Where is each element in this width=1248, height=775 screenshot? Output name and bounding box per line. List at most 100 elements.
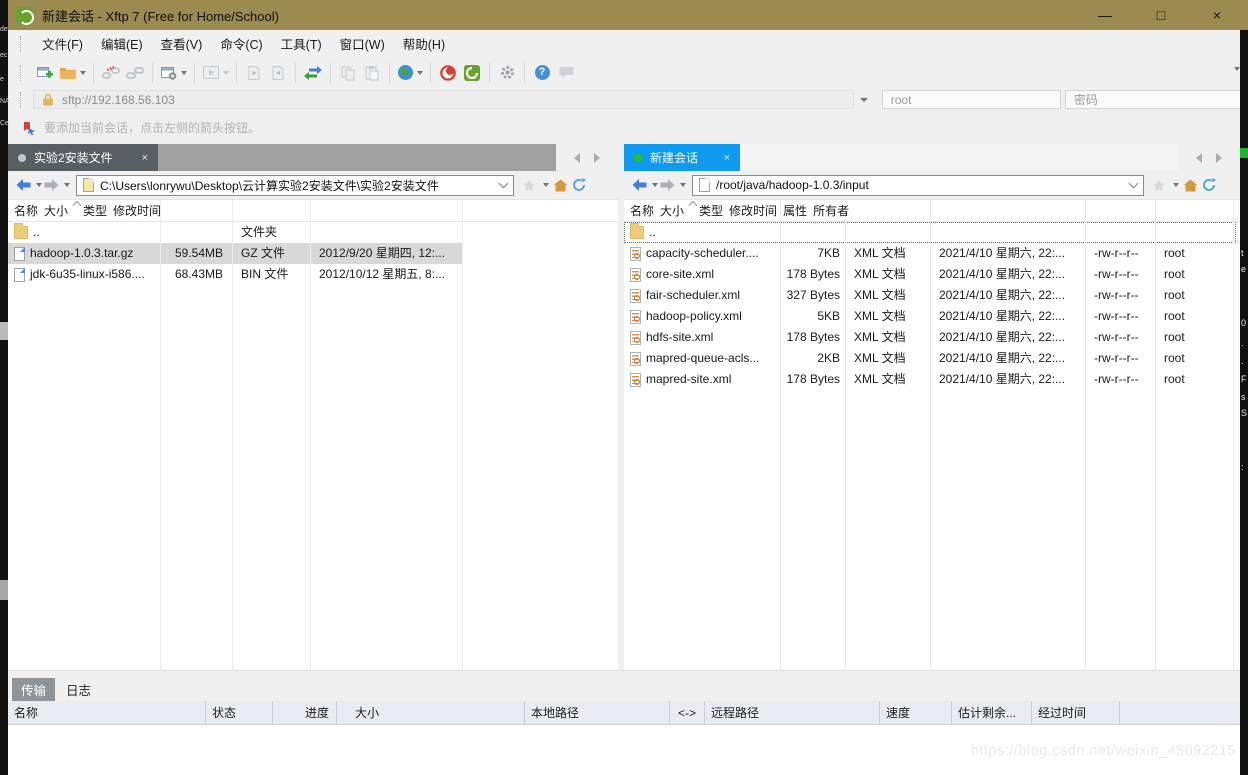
session-properties-icon[interactable] [158, 61, 189, 85]
local-back-dropdown[interactable] [36, 183, 42, 187]
column-header[interactable]: 大小 [337, 701, 525, 725]
column-header[interactable]: <-> [670, 701, 705, 725]
help-icon[interactable]: ? [530, 61, 554, 85]
local-path-chevron[interactable] [499, 178, 509, 188]
local-back-button[interactable] [16, 179, 31, 191]
column-header[interactable]: 修改时间 [723, 200, 777, 222]
disconnect-icon [99, 61, 123, 85]
file-row[interactable]: hdfs-site.xml 178 Bytes XML 文档 2021/4/10… [624, 327, 1233, 348]
column-header[interactable]: 进度 [273, 701, 337, 725]
file-size: 7KB [780, 243, 845, 264]
column-header[interactable]: 类型 [77, 200, 107, 222]
tab-scroll-left-icon[interactable] [1196, 153, 1202, 163]
remote-path-chevron[interactable] [1129, 178, 1139, 188]
remote-path-icon [699, 178, 710, 192]
column-header[interactable]: 大小 [38, 200, 77, 222]
open-folder-icon[interactable] [57, 61, 88, 85]
column-header[interactable]: 大小 [654, 200, 693, 222]
file-type: XML 文档 [845, 243, 930, 264]
transfer-icon[interactable] [301, 61, 325, 85]
file-row[interactable]: capacity-scheduler.... 7KB XML 文档 2021/4… [624, 243, 1233, 264]
remote-favorites-dropdown[interactable] [1173, 183, 1179, 187]
file-row[interactable]: mapred-queue-acls... 2KB XML 文档 2021/4/1… [624, 348, 1233, 369]
remote-back-dropdown[interactable] [652, 183, 658, 187]
session-properties-dropdown[interactable] [181, 71, 187, 75]
remote-refresh-icon[interactable] [1202, 178, 1216, 192]
remote-back-button[interactable] [632, 179, 647, 191]
local-forward-dropdown[interactable] [64, 183, 70, 187]
column-header[interactable]: 类型 [693, 200, 723, 222]
column-header[interactable]: 经过时间 [1032, 701, 1120, 725]
password-field[interactable]: 密码 [1065, 90, 1244, 109]
menu-item[interactable]: 窗口(W) [331, 30, 394, 57]
new-session-icon[interactable] [33, 61, 57, 85]
column-header[interactable]: 修改时间 [107, 200, 161, 222]
remote-home-icon[interactable] [1183, 179, 1198, 192]
file-type-icon [630, 310, 641, 324]
menu-item[interactable]: 命令(C) [211, 30, 271, 57]
local-tab-label: 实验2安装文件 [34, 149, 113, 166]
column-header[interactable]: 本地路径 [525, 701, 670, 725]
execute-icon [200, 61, 231, 85]
xshell-icon[interactable] [436, 61, 460, 85]
transfer-tab[interactable]: 日志 [57, 678, 100, 701]
file-row[interactable]: mapred-site.xml 178 Bytes XML 文档 2021/4/… [624, 369, 1233, 390]
column-header[interactable]: 状态 [206, 701, 273, 725]
file-modified [930, 222, 1085, 243]
menu-item[interactable]: 帮助(H) [394, 30, 454, 57]
file-permissions: -rw-r--r-- [1085, 306, 1155, 327]
column-header[interactable]: 远程路径 [705, 701, 880, 725]
menu-item[interactable]: 查看(V) [152, 30, 212, 57]
local-home-icon[interactable] [553, 179, 568, 192]
local-pane: 实验2安装文件 × C:\Users\lonrywu\Desktop\云计算实验… [8, 144, 618, 670]
xftp-icon[interactable] [460, 61, 484, 85]
host-dropdown-chevron[interactable] [860, 98, 868, 102]
menu-item[interactable]: 编辑(E) [92, 30, 152, 57]
column-header[interactable]: 名称 [8, 701, 206, 725]
file-row[interactable]: jdk-6u35-linux-i586.... 68.43MB BIN 文件 2… [8, 264, 462, 285]
file-type: GZ 文件 [232, 243, 310, 264]
remote-tab-close-icon[interactable]: × [724, 152, 730, 164]
feedback-icon[interactable] [554, 61, 578, 85]
file-owner: root [1155, 264, 1233, 285]
local-path-combo[interactable]: C:\Users\lonrywu\Desktop\云计算实验2安装文件\实验2安… [76, 175, 514, 196]
web-icon[interactable] [395, 61, 425, 85]
username-field[interactable]: root [882, 90, 1061, 109]
tab-scroll-left-icon[interactable] [574, 153, 580, 163]
options-gear-icon[interactable] [495, 61, 519, 85]
file-row[interactable]: .. 文件夹 [8, 222, 462, 243]
file-type: XML 文档 [845, 306, 930, 327]
local-tab[interactable]: 实验2安装文件 × [8, 144, 158, 171]
remote-tab[interactable]: 新建会话 × [624, 144, 740, 171]
menu-item[interactable]: 工具(T) [272, 30, 331, 57]
close-button[interactable]: × [1204, 7, 1230, 23]
file-row[interactable]: core-site.xml 178 Bytes XML 文档 2021/4/10… [624, 264, 1233, 285]
local-favorites-dropdown[interactable] [543, 183, 549, 187]
minimize-button[interactable]: — [1092, 7, 1118, 23]
remote-path-combo[interactable]: /root/java/hadoop-1.0.3/input [692, 175, 1144, 196]
remote-forward-dropdown[interactable] [680, 183, 686, 187]
transfer-tab[interactable]: 传输 [12, 678, 55, 701]
file-row[interactable]: fair-scheduler.xml 327 Bytes XML 文档 2021… [624, 285, 1233, 306]
local-refresh-icon[interactable] [572, 178, 586, 192]
open-folder-dropdown[interactable] [80, 71, 86, 75]
local-tab-close-icon[interactable]: × [142, 152, 148, 164]
web-dropdown[interactable] [417, 71, 423, 75]
file-row[interactable]: hadoop-policy.xml 5KB XML 文档 2021/4/10 星… [624, 306, 1233, 327]
column-header[interactable]: 速度 [880, 701, 952, 725]
column-header[interactable]: 属性 [777, 200, 807, 222]
menu-item[interactable]: 文件(F) [33, 30, 92, 57]
column-header[interactable]: 所有者 [807, 200, 849, 222]
menu-bar: 文件(F)编辑(E)查看(V)命令(C)工具(T)窗口(W)帮助(H) [8, 30, 1248, 57]
column-header[interactable]: 名称 [8, 200, 38, 222]
tab-scroll-right-icon[interactable] [594, 153, 600, 163]
tab-scroll-right-icon[interactable] [1216, 153, 1222, 163]
column-header[interactable]: 名称 [624, 200, 654, 222]
local-forward-button[interactable] [44, 179, 59, 191]
column-header[interactable]: 估计剩余... [952, 701, 1032, 725]
host-address-combo[interactable]: sftp://192.168.56.103 [33, 90, 854, 109]
local-list-header: 名称大小类型修改时间 [8, 200, 618, 222]
remote-forward-button[interactable] [660, 179, 675, 191]
file-row[interactable]: hadoop-1.0.3.tar.gz 59.54MB GZ 文件 2012/9… [8, 243, 462, 264]
maximize-button[interactable]: □ [1148, 7, 1174, 23]
